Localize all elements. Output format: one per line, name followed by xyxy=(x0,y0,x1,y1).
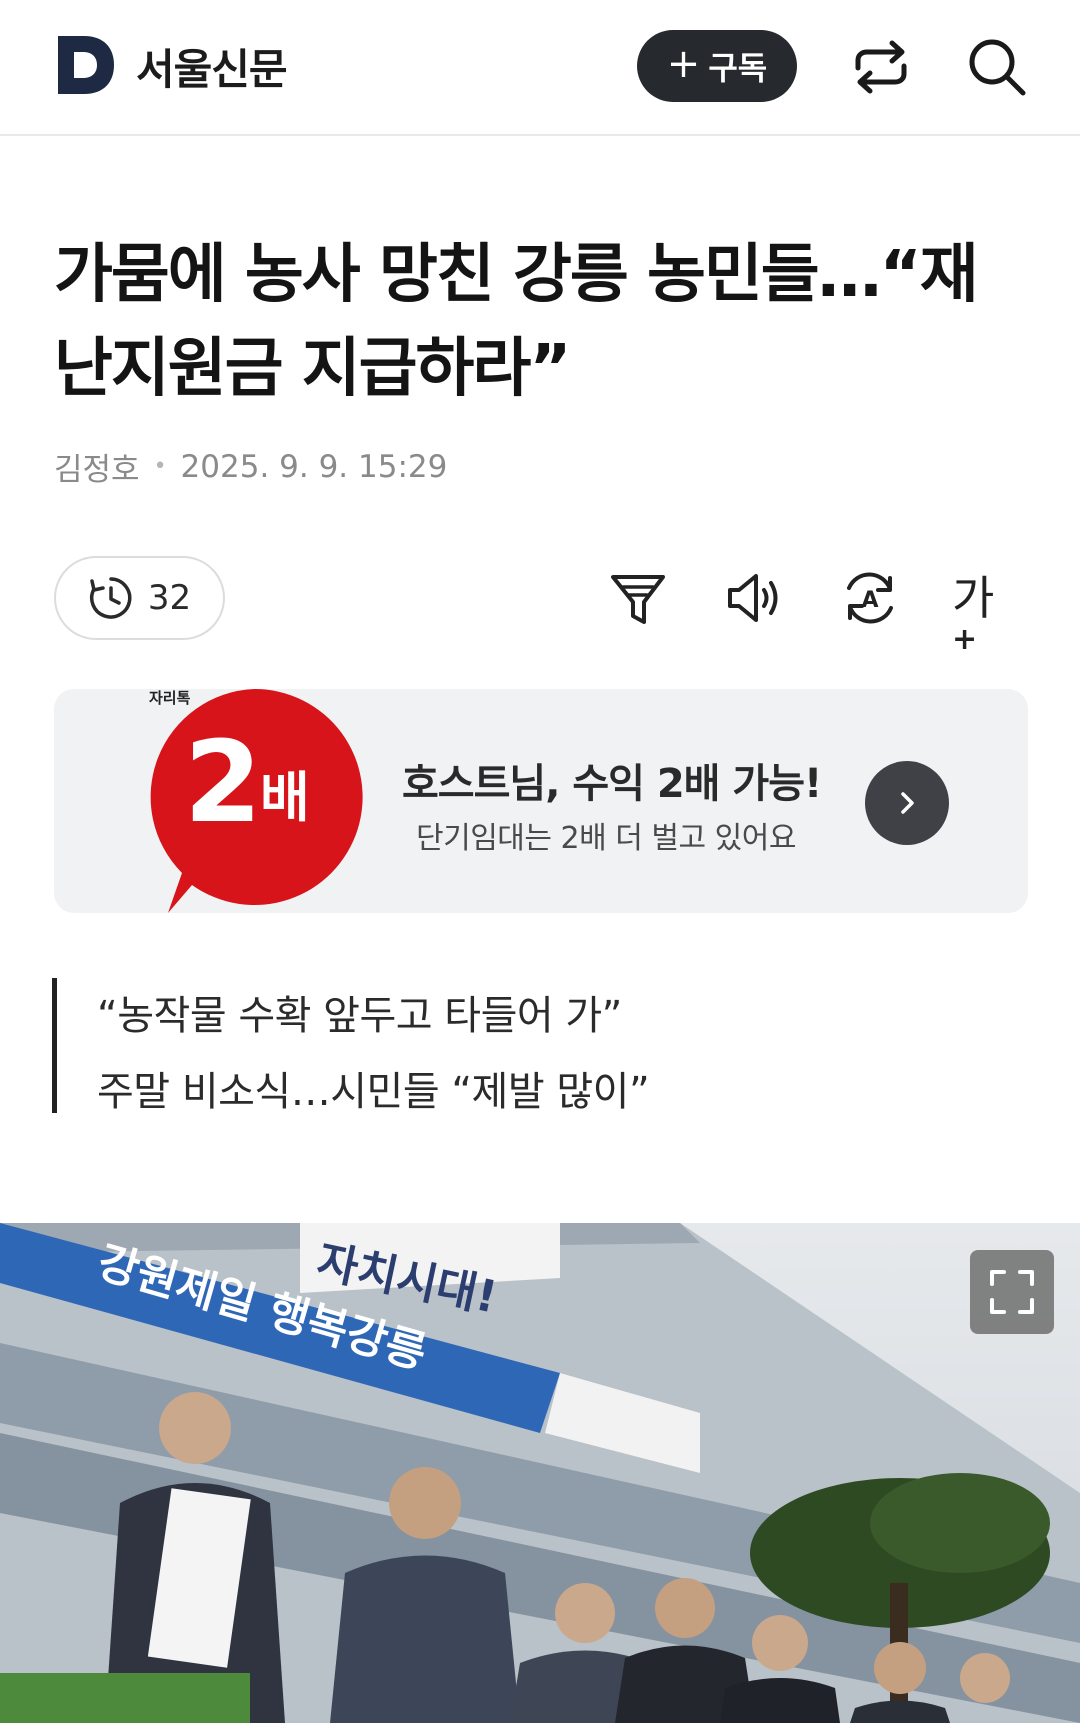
search-icon[interactable] xyxy=(966,36,1028,98)
view-count-pill[interactable]: 32 xyxy=(54,556,225,640)
logo-d-icon[interactable] xyxy=(54,34,116,96)
summary-icon[interactable] xyxy=(608,568,668,628)
site-logo-text[interactable]: 서울신문 xyxy=(136,36,288,97)
font-size-label: 가 xyxy=(952,571,995,625)
top-bar: 서울신문 + 구독 xyxy=(0,0,1080,136)
plus-icon: + xyxy=(666,41,701,87)
subscribe-label: 구독 xyxy=(708,49,768,87)
ad-badge-suffix: 배 xyxy=(259,766,310,829)
font-size-icon[interactable]: 가+ xyxy=(952,562,1012,657)
headline-line-2: 난지원금 지급하라” xyxy=(54,332,571,406)
ad-arrow-button[interactable] xyxy=(865,761,949,845)
view-count: 32 xyxy=(147,578,192,618)
article-photo[interactable]: 자치시대! 강원제일 행복강릉 xyxy=(0,1223,1080,1723)
chevron-right-icon xyxy=(901,792,914,814)
font-size-plus: + xyxy=(952,622,978,657)
ad-subtitle: 단기임대는 2배 더 벌고 있어요 xyxy=(416,821,796,856)
translate-icon[interactable]: A xyxy=(840,568,900,628)
subhead-line-1: “농작물 수확 앞두고 타들어 가” xyxy=(97,993,622,1039)
subscribe-button[interactable]: + 구독 xyxy=(637,30,797,102)
publish-date: 2025. 9. 9. 15:29 xyxy=(180,448,448,485)
expand-image-button[interactable] xyxy=(970,1250,1054,1334)
svg-text:A: A xyxy=(861,588,878,613)
listen-icon[interactable] xyxy=(724,568,784,628)
ad-badge-text: 2 배 xyxy=(184,727,310,839)
press-conference-photo: 자치시대! 강원제일 행복강릉 xyxy=(0,1223,1080,1723)
share-icon[interactable] xyxy=(850,36,912,98)
byline: 김정호 • 2025. 9. 9. 15:29 xyxy=(54,444,447,489)
article-subheads: “농작물 수확 앞두고 타들어 가” 주말 비소식…시민들 “제발 많이” xyxy=(52,978,650,1115)
byline-separator: • xyxy=(153,454,167,479)
expand-icon xyxy=(990,1270,1034,1314)
headline-line-1: 가뭄에 농사 망친 강릉 농민들…“재 xyxy=(54,238,979,312)
history-clock-icon xyxy=(89,577,132,619)
ad-badge-number: 2 xyxy=(184,718,262,848)
article-headline: 가뭄에 농사 망친 강릉 농민들…“재 난지원금 지급하라” xyxy=(54,228,1014,416)
author-name[interactable]: 김정호 xyxy=(54,444,140,489)
ad-brand-small: 자리톡 xyxy=(149,689,191,707)
ad-title: 호스트님, 수익 2배 가능! xyxy=(402,761,822,807)
subhead-line-2: 주말 비소식…시민들 “제발 많이” xyxy=(97,1069,650,1115)
ad-banner[interactable]: 자리톡 2 배 호스트님, 수익 2배 가능! 단기임대는 2배 더 벌고 있어… xyxy=(54,688,1028,913)
